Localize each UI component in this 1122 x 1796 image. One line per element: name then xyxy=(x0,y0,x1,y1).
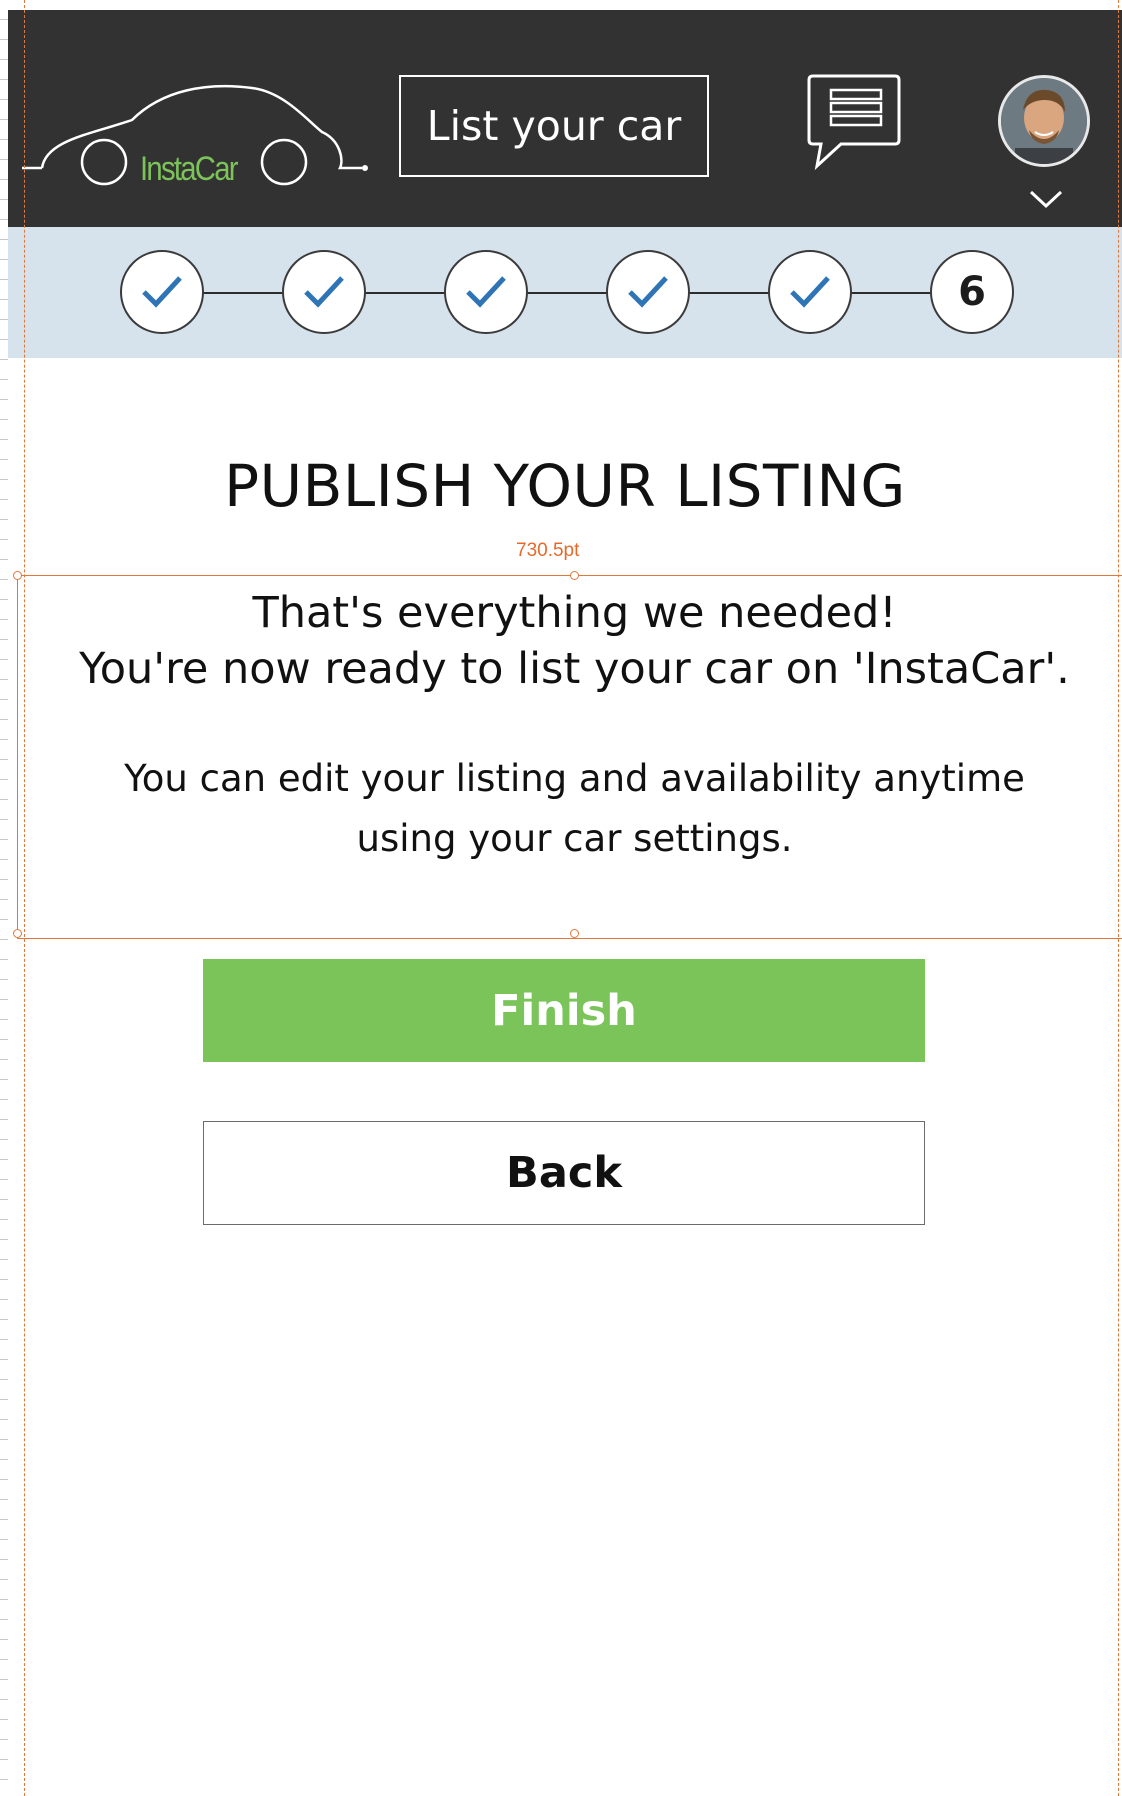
step-6-number: 6 xyxy=(958,269,986,315)
check-icon xyxy=(628,276,668,308)
chevron-down-icon[interactable] xyxy=(1028,188,1064,210)
instacar-logo[interactable]: InstaCar xyxy=(22,70,382,200)
resize-handle[interactable] xyxy=(13,929,22,938)
logo-text: InstaCar xyxy=(140,150,238,188)
check-icon xyxy=(790,276,830,308)
user-avatar[interactable] xyxy=(998,75,1090,167)
step-1-complete[interactable] xyxy=(120,250,204,334)
layout-guide-right xyxy=(1118,0,1119,1796)
finish-button[interactable]: Finish xyxy=(203,959,925,1062)
step-5-complete[interactable] xyxy=(768,250,852,334)
step-3-complete[interactable] xyxy=(444,250,528,334)
progress-stepper: 6 xyxy=(8,227,1122,358)
message-line-3: You can edit your listing and availabili… xyxy=(124,757,1025,800)
step-6-current[interactable]: 6 xyxy=(930,250,1014,334)
message-line-4: using your car settings. xyxy=(356,817,793,860)
check-icon xyxy=(304,276,344,308)
back-button[interactable]: Back xyxy=(203,1121,925,1225)
measure-label: 730.5pt xyxy=(516,540,580,561)
check-icon xyxy=(142,276,182,308)
resize-handle[interactable] xyxy=(570,929,579,938)
top-bar: InstaCar List your car xyxy=(8,10,1122,227)
resize-handle[interactable] xyxy=(570,571,579,580)
message-bubble-icon[interactable] xyxy=(805,72,903,171)
confirmation-message: That's everything we needed! You're now … xyxy=(17,585,1122,869)
step-4-complete[interactable] xyxy=(606,250,690,334)
avatar-photo xyxy=(1001,78,1087,164)
layout-guide-left xyxy=(24,0,25,1796)
page-title: PUBLISH YOUR LISTING xyxy=(224,452,906,520)
message-line-2: You're now ready to list your car on 'In… xyxy=(79,644,1070,694)
vertical-ruler xyxy=(0,0,8,1796)
step-2-complete[interactable] xyxy=(282,250,366,334)
list-your-car-button[interactable]: List your car xyxy=(399,75,709,177)
message-line-1: That's everything we needed! xyxy=(252,588,897,638)
message-spacer xyxy=(17,697,1122,749)
resize-handle[interactable] xyxy=(13,571,22,580)
design-canvas: InstaCar List your car 6 PUBLISH YOUR LI… xyxy=(0,0,1122,1796)
check-icon xyxy=(466,276,506,308)
